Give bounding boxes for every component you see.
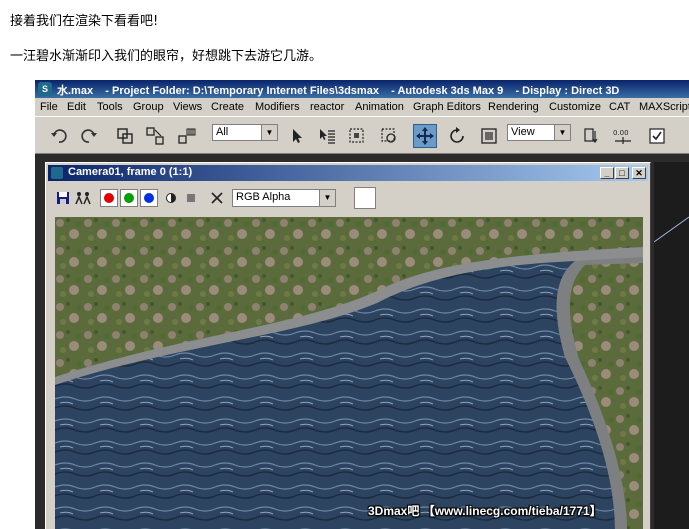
main-toolbar: All ▼ View ▼ 0.00 bbox=[35, 116, 689, 154]
select-and-rotate-icon[interactable] bbox=[445, 124, 469, 148]
frame-window-title-bar[interactable]: Camera01, frame 0 (1:1) _ □ ✕ bbox=[48, 165, 648, 181]
max-logo-icon bbox=[51, 167, 63, 179]
menu-customize[interactable]: Customize bbox=[549, 101, 601, 113]
select-and-move-icon[interactable] bbox=[413, 124, 437, 148]
blue-channel-icon bbox=[144, 193, 154, 203]
reference-coord-value: View bbox=[511, 126, 535, 138]
maximize-button[interactable]: □ bbox=[615, 167, 629, 179]
save-icon[interactable] bbox=[54, 189, 72, 207]
viewport-edge bbox=[653, 162, 689, 529]
display-channel-dropdown[interactable]: RGB Alpha ▼ bbox=[232, 189, 336, 207]
menu-rendering[interactable]: Rendering bbox=[488, 101, 539, 113]
rectangular-selection-icon[interactable] bbox=[345, 124, 369, 148]
frame-window-title: Camera01, frame 0 (1:1) bbox=[68, 166, 193, 178]
menu-cat[interactable]: CAT bbox=[609, 101, 630, 113]
max-application-window: S 水.max - Project Folder: D:\Temporary I… bbox=[35, 80, 689, 529]
menu-maxscript[interactable]: MAXScript bbox=[639, 101, 689, 113]
selection-filter-value: All bbox=[216, 126, 229, 138]
snap-toggle-icon[interactable]: 0.00 bbox=[611, 124, 635, 148]
red-channel-icon bbox=[104, 193, 114, 203]
close-button[interactable]: ✕ bbox=[632, 167, 646, 179]
undo-icon[interactable] bbox=[47, 124, 71, 148]
app-title-bar[interactable]: S 水.max - Project Folder: D:\Temporary I… bbox=[35, 80, 689, 98]
river-render bbox=[55, 217, 643, 529]
app-title: 水.max - Project Folder: D:\Temporary Int… bbox=[57, 85, 620, 97]
alpha-channel-icon[interactable] bbox=[162, 189, 180, 207]
menu-group[interactable]: Group bbox=[133, 101, 164, 113]
redo-icon[interactable] bbox=[77, 124, 101, 148]
select-and-scale-icon[interactable] bbox=[477, 124, 501, 148]
display-channel-value: RGB Alpha bbox=[236, 191, 291, 203]
rendered-frame-window: Camera01, frame 0 (1:1) _ □ ✕ RGB Alpha … bbox=[45, 162, 651, 529]
select-object-icon[interactable] bbox=[285, 124, 309, 148]
snap-spinner-label: 0.00 bbox=[613, 129, 629, 137]
select-by-name-icon[interactable] bbox=[315, 124, 339, 148]
clear-icon[interactable] bbox=[208, 189, 226, 207]
window-crossing-icon[interactable] bbox=[377, 124, 401, 148]
green-channel-button[interactable] bbox=[120, 189, 138, 207]
max-logo-icon: S bbox=[38, 82, 52, 96]
blue-channel-button[interactable] bbox=[140, 189, 158, 207]
red-channel-button[interactable] bbox=[100, 189, 118, 207]
menu-tools[interactable]: Tools bbox=[97, 101, 123, 113]
bind-space-warp-icon[interactable] bbox=[175, 124, 199, 148]
menu-reactor[interactable]: reactor bbox=[310, 101, 344, 113]
menu-views[interactable]: Views bbox=[173, 101, 202, 113]
menu-modifiers[interactable]: Modifiers bbox=[255, 101, 300, 113]
chevron-down-icon: ▼ bbox=[554, 125, 570, 140]
menu-file[interactable]: File bbox=[40, 101, 58, 113]
green-channel-icon bbox=[124, 193, 134, 203]
frame-window-toolbar: RGB Alpha ▼ bbox=[48, 183, 648, 211]
clone-icon[interactable] bbox=[74, 189, 92, 207]
named-selection-icon[interactable] bbox=[645, 124, 669, 148]
mono-channel-icon[interactable] bbox=[182, 189, 200, 207]
menu-bar: File Edit Tools Group Views Create Modif… bbox=[35, 98, 689, 116]
minimize-button[interactable]: _ bbox=[600, 167, 614, 179]
menu-create[interactable]: Create bbox=[211, 101, 244, 113]
chevron-down-icon: ▼ bbox=[261, 125, 277, 140]
selection-filter-dropdown[interactable]: All ▼ bbox=[212, 124, 278, 141]
color-swatch[interactable] bbox=[354, 187, 376, 209]
caption-line-1: 接着我们在渲染下看看吧! bbox=[10, 14, 159, 29]
watermark: 3Dmax吧 【www.linecg.com/tieba/1771】 bbox=[368, 504, 602, 518]
menu-edit[interactable]: Edit bbox=[67, 101, 86, 113]
pivot-center-icon[interactable] bbox=[579, 124, 603, 148]
chevron-down-icon: ▼ bbox=[319, 190, 335, 206]
caption-line-2: 一汪碧水渐渐印入我们的眼帘，好想跳下去游它几游。 bbox=[10, 49, 323, 64]
reference-coord-dropdown[interactable]: View ▼ bbox=[507, 124, 571, 141]
unlink-icon[interactable] bbox=[143, 124, 167, 148]
menu-graph-editors[interactable]: Graph Editors bbox=[413, 101, 481, 113]
rendered-image bbox=[55, 217, 643, 529]
select-and-link-icon[interactable] bbox=[113, 124, 137, 148]
menu-animation[interactable]: Animation bbox=[355, 101, 404, 113]
